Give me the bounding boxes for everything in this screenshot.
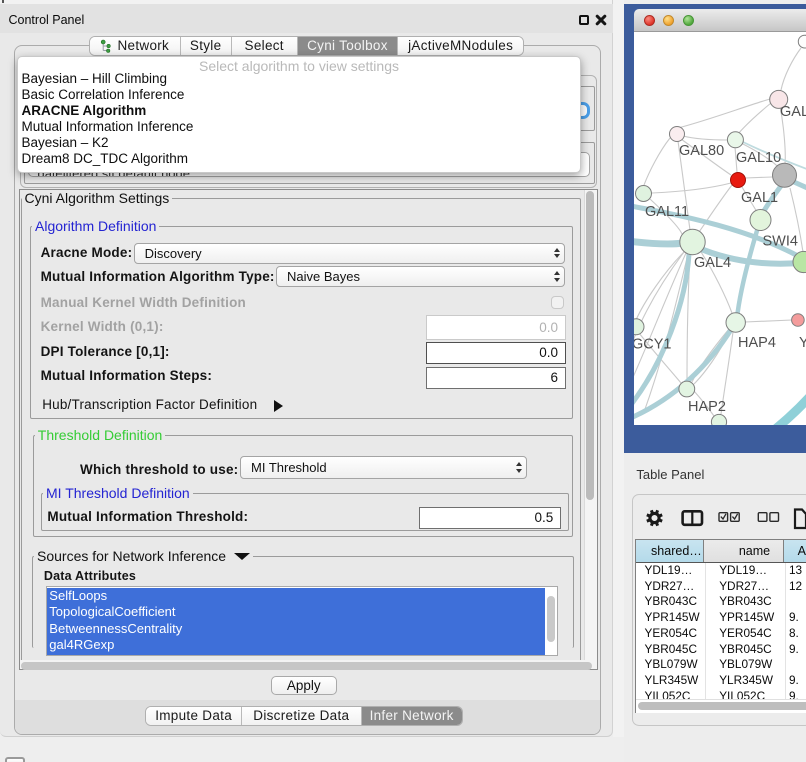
svg-text:GAL2: GAL2 — [780, 104, 806, 120]
svg-text:GAL1: GAL1 — [741, 190, 778, 206]
svg-text:HAP4: HAP4 — [738, 335, 776, 351]
svg-text:GAL11: GAL11 — [645, 204, 689, 220]
svg-text:GAL80: GAL80 — [679, 143, 724, 159]
svg-text:SWI4: SWI4 — [763, 233, 798, 249]
svg-text:GCY1: GCY1 — [634, 336, 672, 352]
svg-text:GAL10: GAL10 — [736, 150, 781, 166]
svg-text:HAP2: HAP2 — [688, 399, 726, 415]
svg-text:GAL4: GAL4 — [694, 255, 731, 271]
svg-text:Y: Y — [799, 335, 806, 351]
